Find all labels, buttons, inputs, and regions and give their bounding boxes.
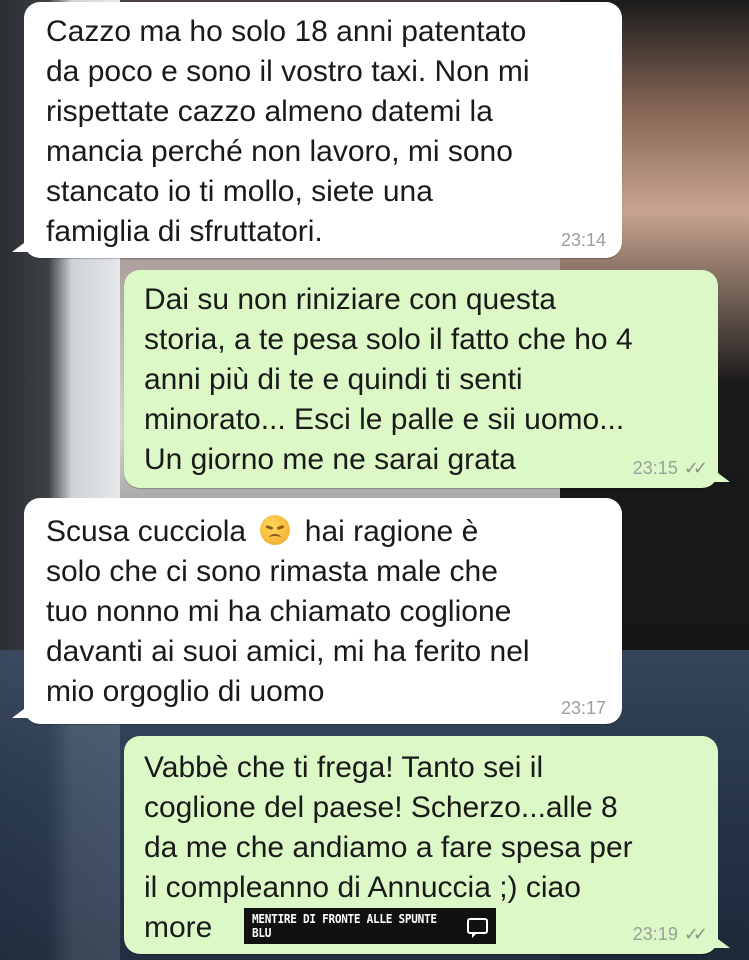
message-meta: 23:19 ✓✓ xyxy=(632,924,708,944)
watermark-banner: MENTIRE DI FRONTE ALLE SPUNTE BLU xyxy=(244,908,496,944)
message-first-line: Scusa cucciola hai ragione è xyxy=(46,512,622,552)
bubble-tail xyxy=(12,706,28,718)
watermark-text: MENTIRE DI FRONTE ALLE SPUNTE BLU xyxy=(252,912,437,940)
chat-bubble-icon xyxy=(467,918,488,938)
bubble-tail xyxy=(714,936,730,948)
message-text: solo che ci sono rimasta male che tuo no… xyxy=(46,555,530,708)
message-timestamp: 23:15 xyxy=(632,458,678,478)
message-meta: 23:15 ✓✓ xyxy=(632,458,708,478)
message-timestamp: 23:19 xyxy=(632,924,678,944)
bubble-tail xyxy=(714,470,730,482)
message-text: Scusa cucciola xyxy=(46,515,247,548)
message-bubble-incoming[interactable]: Cazzo ma ho solo 18 anni patentato da po… xyxy=(12,2,622,258)
message-bubble-incoming[interactable]: Scusa cucciola hai ragione è solo che ci… xyxy=(12,498,622,724)
message-timestamp: 23:17 xyxy=(560,698,606,718)
message-text: hai ragione è xyxy=(304,515,479,548)
read-ticks-icon: ✓✓ xyxy=(683,458,708,478)
read-ticks-icon: ✓✓ xyxy=(683,924,708,944)
message-text: Dai su non riniziare con questa storia, … xyxy=(144,283,633,476)
message-text: Cazzo ma ho solo 18 anni patentato da po… xyxy=(46,15,530,248)
bubble-tail xyxy=(12,240,28,252)
message-timestamp: 23:14 xyxy=(560,230,606,250)
message-bubble-outgoing[interactable]: Dai su non riniziare con questa storia, … xyxy=(124,270,730,488)
disappointed-face-icon xyxy=(260,515,291,545)
